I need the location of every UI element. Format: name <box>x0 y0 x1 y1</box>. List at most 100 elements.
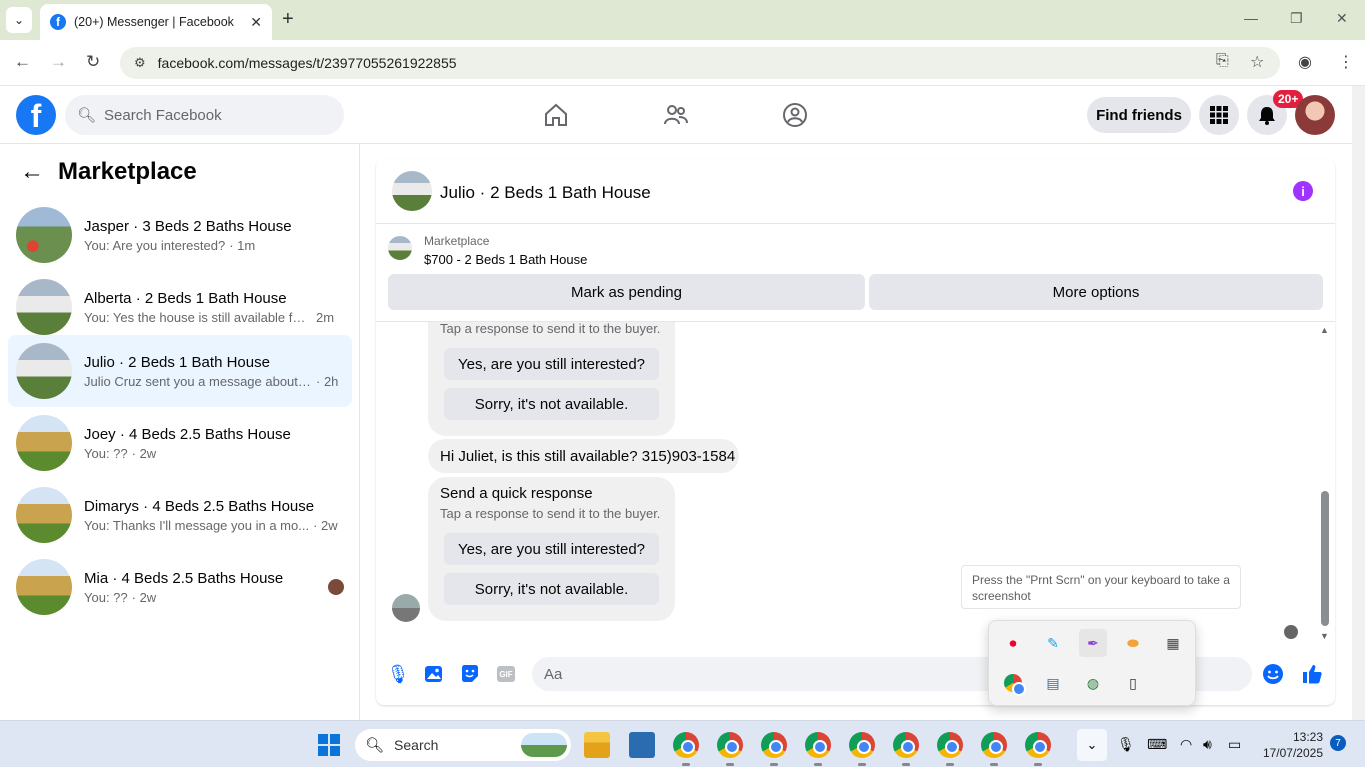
chrome-taskbar-icon[interactable] <box>673 732 699 758</box>
back-arrow-icon[interactable]: ← <box>20 158 44 186</box>
battery-icon[interactable]: ▭ <box>1228 736 1241 753</box>
quick-reply-no-button[interactable]: Sorry, it's not available. <box>444 573 659 605</box>
new-tab-button[interactable]: + <box>282 8 294 31</box>
conversation-item-mia[interactable]: Mia · 4 Beds 2.5 Baths House You: ?? · 2w <box>8 551 352 623</box>
running-indicator <box>946 763 954 766</box>
wifi-icon[interactable]: ◠ <box>1180 736 1192 753</box>
chat-avatar[interactable] <box>392 171 432 211</box>
listing-thumbnail[interactable] <box>388 236 412 260</box>
chrome-taskbar-icon[interactable] <box>849 732 875 758</box>
globe-app-icon[interactable]: ◍ <box>1079 669 1107 697</box>
listing-thumbnail <box>16 559 72 615</box>
info-icon[interactable]: i <box>1293 181 1313 201</box>
chrome-taskbar-icon[interactable] <box>981 732 1007 758</box>
conversation-item-jasper[interactable]: Jasper · 3 Beds 2 Baths House You: Are y… <box>8 199 352 271</box>
running-indicator <box>814 763 822 766</box>
chrome-taskbar-icon[interactable] <box>1025 732 1051 758</box>
conversation-item-julio[interactable]: Julio · 2 Beds 1 Bath House Julio Cruz s… <box>8 335 352 407</box>
mark-pending-button[interactable]: Mark as pending <box>388 274 865 310</box>
restore-icon[interactable]: ❐ <box>1290 10 1303 27</box>
facebook-search[interactable]: 🔍︎ <box>65 95 344 135</box>
like-thumb-icon[interactable] <box>1301 663 1323 685</box>
running-indicator <box>858 763 866 766</box>
listing-thumbnail <box>16 207 72 263</box>
keyboard-icon[interactable]: ⌨ <box>1147 736 1167 753</box>
menu-button[interactable] <box>1199 95 1239 135</box>
feather-icon[interactable]: ✒ <box>1079 629 1107 657</box>
page-scrollbar[interactable] <box>1352 86 1365 720</box>
listing-price[interactable]: $700 - 2 Beds 1 Bath House <box>424 252 587 267</box>
file-explorer-icon[interactable] <box>584 732 610 758</box>
browser-menu-icon[interactable]: ⋮ <box>1338 52 1354 72</box>
tray-overflow-chevron-icon[interactable]: ⌄ <box>1077 729 1107 761</box>
conversation-item-joey[interactable]: Joey · 4 Beds 2.5 Baths House You: ?? · 2… <box>8 407 352 479</box>
facebook-logo-icon[interactable]: f <box>16 95 56 135</box>
emoji-icon[interactable] <box>1262 663 1284 685</box>
close-tab-icon[interactable]: ✕ <box>250 14 262 31</box>
windows-start-icon[interactable] <box>318 734 340 756</box>
clock-date[interactable]: 17/07/2025 <box>1255 746 1323 760</box>
photo-icon[interactable] <box>423 663 445 685</box>
search-icon: 🔍︎ <box>77 107 97 124</box>
account-avatar[interactable] <box>1295 95 1335 135</box>
gif-icon[interactable]: GIF <box>497 666 515 682</box>
network-app-icon[interactable]: ▤ <box>1039 669 1067 697</box>
chrome-tray-icon[interactable] <box>999 669 1027 697</box>
chrome-taskbar-icon[interactable] <box>805 732 831 758</box>
chrome-taskbar-icon[interactable] <box>761 732 787 758</box>
quick-reply-yes-button[interactable]: Yes, are you still interested? <box>444 533 659 565</box>
conversation-time: · 2w <box>131 445 157 461</box>
quick-reply-yes-button[interactable]: Yes, are you still interested? <box>444 348 659 380</box>
screen-recorder-icon[interactable]: ⏺ <box>999 629 1027 657</box>
install-app-icon[interactable]: ⎘ <box>1216 52 1229 70</box>
taskbar-search-label: Search <box>394 737 439 753</box>
minimize-icon[interactable]: — <box>1244 10 1258 26</box>
clock-time[interactable]: 13:23 <box>1255 730 1323 744</box>
scroll-up-arrow-icon[interactable]: ▲ <box>1320 325 1329 335</box>
storage-app-icon[interactable]: ⬬ <box>1119 629 1147 657</box>
scroll-down-arrow-icon[interactable]: ▼ <box>1320 631 1329 641</box>
site-info-icon[interactable]: ⚙ <box>134 55 146 71</box>
usb-drive-icon[interactable]: ▯ <box>1119 669 1147 697</box>
conversation-item-dimarys[interactable]: Dimarys · 4 Beds 2.5 Baths House You: Th… <box>8 479 352 551</box>
microphone-icon[interactable]: 🎙︎ <box>387 663 410 685</box>
groups-icon[interactable] <box>782 102 808 128</box>
chat-scrollbar-thumb[interactable] <box>1321 491 1329 626</box>
chat-title[interactable]: Julio · 2 Beds 1 Bath House <box>440 183 651 203</box>
address-bar[interactable]: ⚙ facebook.com/messages/t/23977055261922… <box>120 47 1280 79</box>
reload-icon[interactable]: ↻ <box>86 52 100 72</box>
speaker-icon[interactable]: 🔊︎ <box>1203 736 1212 753</box>
taskbar-search[interactable]: 🔍︎ Search <box>355 729 571 761</box>
search-icon: 🔍︎ <box>365 737 385 754</box>
listing-thumbnail <box>16 415 72 471</box>
quick-reply-no-button[interactable]: Sorry, it's not available. <box>444 388 659 420</box>
find-friends-button[interactable]: Find friends <box>1087 97 1191 133</box>
message-input[interactable] <box>544 665 944 683</box>
forward-icon[interactable]: → <box>50 52 67 72</box>
notification-center-badge[interactable]: 7 <box>1330 735 1346 751</box>
chrome-taskbar-icon[interactable] <box>893 732 919 758</box>
conversation-name: Mia · 4 Beds 2.5 Baths House <box>84 569 284 587</box>
chevron-down-icon: ⌄ <box>13 13 25 27</box>
search-input[interactable] <box>104 106 325 124</box>
conversation-name: Joey · 4 Beds 2.5 Baths House <box>84 425 291 443</box>
sticker-icon[interactable] <box>459 663 481 685</box>
pen-app-icon[interactable]: ✎ <box>1039 629 1067 657</box>
microphone-tray-icon[interactable]: 🎙︎ <box>1117 736 1135 753</box>
display-icon[interactable]: ▦ <box>1159 629 1187 657</box>
bookmark-star-icon[interactable]: ☆ <box>1250 52 1264 72</box>
chrome-taskbar-icon[interactable] <box>717 732 743 758</box>
close-window-icon[interactable]: ✕ <box>1336 10 1348 27</box>
more-options-button[interactable]: More options <box>869 274 1323 310</box>
friends-icon[interactable] <box>663 102 689 128</box>
chat-header: Julio · 2 Beds 1 Bath House i <box>376 159 1335 224</box>
back-icon[interactable]: ← <box>14 52 31 72</box>
conversation-item-alberta[interactable]: Alberta · 2 Beds 1 Bath House You: Yes t… <box>8 271 352 343</box>
conversation-preview: You: Are you interested? <box>84 237 226 253</box>
remote-desktop-icon[interactable] <box>629 732 655 758</box>
profile-icon[interactable]: ◉ <box>1298 52 1312 72</box>
home-icon[interactable] <box>543 102 569 128</box>
chrome-taskbar-icon[interactable] <box>937 732 963 758</box>
browser-tab[interactable]: f (20+) Messenger | Facebook ✕ <box>40 4 272 40</box>
tab-search-button[interactable]: ⌄ <box>6 7 32 33</box>
